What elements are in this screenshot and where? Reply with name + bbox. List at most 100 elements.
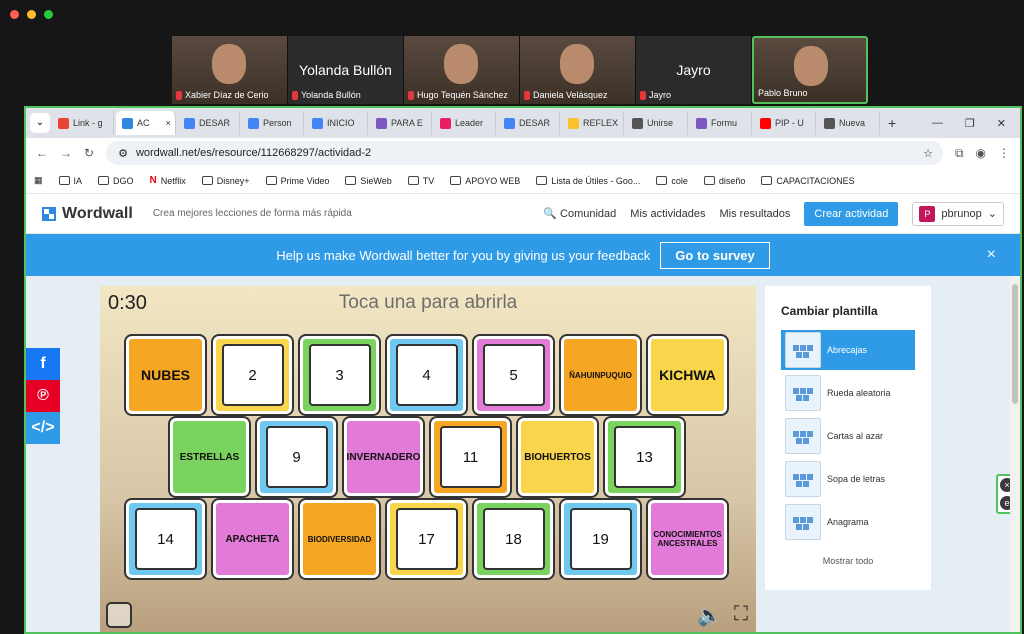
opened-card[interactable]: KICHWA [648,336,727,414]
browser-tab[interactable]: DESAR [498,111,560,135]
user-menu[interactable]: P pbrunop ⌄ [912,201,1004,226]
browser-tab[interactable]: Leader [434,111,496,135]
scrollbar-thumb[interactable] [1012,284,1018,404]
template-option[interactable]: Anagrama [781,502,915,542]
maximize-window-button[interactable] [44,10,53,19]
bookmark-item[interactable]: Prime Video [265,176,329,186]
tab-close-icon[interactable]: × [166,118,171,128]
bookmark-item[interactable]: Disney+ [201,176,250,186]
bookmark-item[interactable]: N Netflix [150,175,186,186]
opened-card[interactable]: INVERNADERO [344,418,423,496]
closed-card[interactable]: 4 [387,336,466,414]
template-option-label: Rueda aleatoria [827,388,891,398]
closed-card[interactable]: 5 [474,336,553,414]
template-option[interactable]: Sopa de letras [781,459,915,499]
folder-icon [201,176,213,185]
bookmark-item[interactable]: TV [407,176,434,186]
browser-tab[interactable]: REFLEX [562,111,624,135]
bookmark-item[interactable]: Lista de Útiles - Goo... [536,176,640,186]
community-link[interactable]: 🔍 Comunidad [543,207,616,220]
forward-icon[interactable]: → [60,146,72,160]
closed-card[interactable]: 2 [213,336,292,414]
card-label: 19 [592,530,609,548]
browser-tab[interactable]: Nueva [818,111,880,135]
browser-tab[interactable]: Formu [690,111,752,135]
scrollbar[interactable] [1010,276,1020,632]
closed-card[interactable]: 18 [474,500,553,578]
close-window-button[interactable] [10,10,19,19]
bookmark-item[interactable]: IA [58,176,82,186]
site-info-icon[interactable]: ⚙ [118,147,128,160]
close-icon[interactable]: ✕ [997,117,1006,130]
closed-card[interactable]: 3 [300,336,379,414]
tab-search-button[interactable]: ⌄ [30,113,50,133]
sound-icon[interactable]: 🔈 [697,603,722,628]
my-results-link[interactable]: Mis resultados [720,208,791,220]
participant-name: Hugo Tequén Sánchez [408,90,508,100]
bookmark-star-icon[interactable]: ☆ [923,147,933,160]
opened-card[interactable]: CONOCIMIENTOS ANCESTRALES [648,500,727,578]
close-icon[interactable]: × [987,246,996,264]
my-activities-link[interactable]: Mis actividades [630,208,705,220]
wordwall-logo[interactable]: Wordwall [42,205,133,223]
browser-tab[interactable]: Link - g [52,111,114,135]
opened-card[interactable]: NUBES [126,336,205,414]
extensions-icon[interactable]: ⧉ [955,146,964,161]
opened-card[interactable]: ÑAHUINPUQUIO [561,336,640,414]
opened-card[interactable]: APACHETA [213,500,292,578]
menu-icon[interactable]: ⋮ [998,146,1010,160]
fullscreen-icon[interactable]: ⛶ [734,603,748,628]
opened-card[interactable]: BIOHUERTOS [518,418,597,496]
create-activity-button[interactable]: Crear actividad [804,201,899,226]
minimize-window-button[interactable] [27,10,36,19]
template-option[interactable]: Cartas al azar [781,416,915,456]
participant-tile[interactable]: Jayro Jayro [636,36,752,104]
back-icon[interactable]: ← [36,146,48,160]
participant-tile[interactable]: Xabier Díaz de Cerio [172,36,288,104]
participant-tile[interactable]: Daniela Velásquez [520,36,636,104]
bookmark-item[interactable]: cole [656,176,688,186]
restore-icon[interactable]: ❐ [965,117,975,130]
reload-icon[interactable]: ↻ [84,146,94,160]
browser-tab[interactable]: PIP - U [754,111,816,135]
closed-card[interactable]: 14 [126,500,205,578]
show-all-link[interactable]: Mostrar todo [765,556,931,566]
minimize-icon[interactable]: — [932,117,943,130]
bookmark-item[interactable]: diseño [703,176,745,186]
opened-card[interactable]: ESTRELLAS [170,418,249,496]
closed-card[interactable]: 9 [257,418,336,496]
bookmark-item[interactable]: APOYO WEB [450,176,520,186]
embed-icon[interactable]: </> [26,412,60,444]
new-tab-button[interactable]: + [882,115,902,131]
closed-card[interactable]: 19 [561,500,640,578]
browser-tab[interactable]: Person [242,111,304,135]
browser-tab[interactable]: DESAR [178,111,240,135]
facebook-icon[interactable]: f [26,348,60,380]
template-option[interactable]: Rueda aleatoria [781,373,915,413]
bookmark-item[interactable]: SieWeb [345,176,392,186]
participant-tile[interactable]: Hugo Tequén Sánchez [404,36,520,104]
tab-label: INICIO [327,118,355,128]
logo-icon [42,206,56,221]
bookmark-item[interactable]: CAPACITACIONES [761,176,855,186]
template-option[interactable]: Abrecajas [781,330,915,370]
apps-icon[interactable]: ▦ [34,175,43,186]
browser-tab[interactable]: Unirse [626,111,688,135]
closed-card[interactable]: 11 [431,418,510,496]
menu-button[interactable] [106,602,132,628]
pinterest-icon[interactable]: ℗ [26,380,60,412]
bookmark-item[interactable]: DGO [98,176,134,186]
browser-tab[interactable]: INICIO [306,111,368,135]
browser-tab[interactable]: AC × [116,111,176,135]
go-to-survey-button[interactable]: Go to survey [660,241,770,269]
closed-card[interactable]: 17 [387,500,466,578]
participant-tile[interactable]: Yolanda Bullón Yolanda Bullón [288,36,404,104]
participant-tile[interactable]: Pablo Bruno [752,36,868,104]
closed-card[interactable]: 13 [605,418,684,496]
profile-icon[interactable]: ◉ [976,146,986,160]
browser-tab[interactable]: PARA E [370,111,432,135]
community-label: Comunidad [560,208,617,220]
opened-card[interactable]: BIODIVERSIDAD [300,500,379,578]
card-cover: 14 [134,508,197,570]
url-field[interactable]: ⚙ wordwall.net/es/resource/112668297/act… [106,141,943,165]
